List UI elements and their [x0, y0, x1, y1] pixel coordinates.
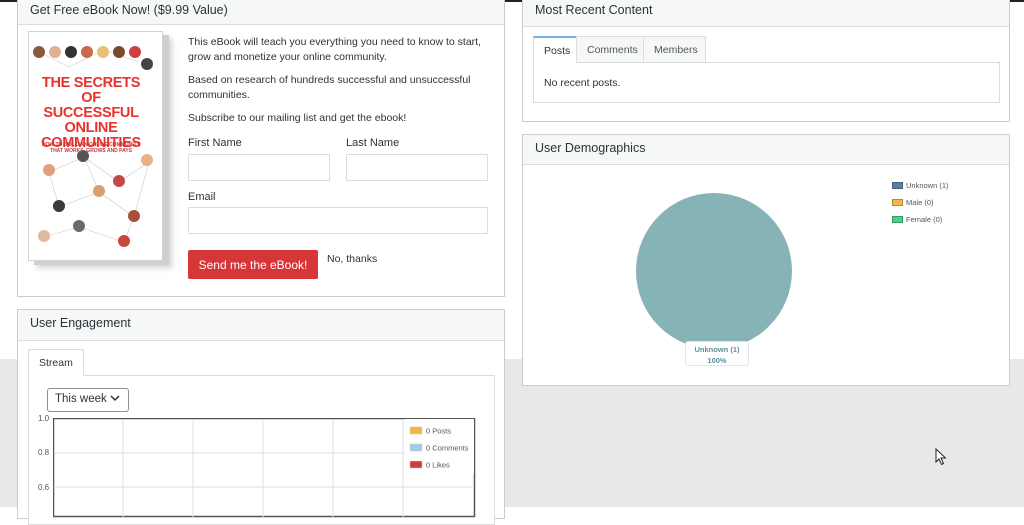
- pie-slice-label-name: Unknown (1): [694, 345, 740, 354]
- legend-item-female: Female (0): [892, 215, 942, 224]
- face-icon: [65, 46, 77, 58]
- face-icon: [43, 164, 55, 176]
- mouse-cursor-icon: [935, 447, 947, 469]
- tab-comments[interactable]: Comments: [576, 36, 644, 63]
- tab-stream[interactable]: Stream: [28, 349, 84, 376]
- no-thanks-link[interactable]: No, thanks: [327, 253, 377, 265]
- first-name-label: First Name: [188, 137, 242, 149]
- face-icon: [113, 175, 125, 187]
- pie-slice-label-percent: 100%: [707, 356, 727, 365]
- email-field[interactable]: [188, 207, 488, 234]
- face-icon: [129, 46, 141, 58]
- face-icon: [73, 220, 85, 232]
- no-recent-posts-text: No recent posts.: [544, 77, 621, 89]
- most-recent-content-title: Most Recent Content: [523, 0, 1009, 27]
- period-select-value: This week: [55, 393, 107, 405]
- legend-swatch: [892, 182, 903, 189]
- ebook-description-line: Based on research of hundreds successful…: [188, 74, 471, 101]
- face-icon: [49, 46, 61, 58]
- legend-swatch: [409, 460, 423, 469]
- last-name-field[interactable]: [346, 154, 488, 181]
- legend-label: Female (0): [906, 215, 943, 224]
- chevron-down-icon: [110, 391, 120, 408]
- ebook-cover-subtitle: HOW TO BUILD AN ONLINE COMMUNITY THAT WO…: [41, 142, 141, 154]
- legend-swatch: [409, 426, 423, 435]
- legend-swatch: [892, 216, 903, 223]
- face-icon: [53, 200, 65, 212]
- y-tick-label: 0.8: [38, 448, 50, 457]
- legend-item-unknown: Unknown (1): [892, 181, 949, 190]
- face-icon: [97, 46, 109, 58]
- face-icon: [141, 154, 153, 166]
- face-icon: [118, 235, 130, 247]
- user-demographics-panel: User Demographics Unknown (1) 100% Unkno…: [522, 134, 1010, 386]
- ebook-panel-title: Get Free eBook Now! ($9.99 Value): [18, 0, 504, 25]
- face-icon: [38, 230, 50, 242]
- last-name-label: Last Name: [346, 137, 400, 149]
- send-ebook-button[interactable]: Send me the eBook!: [188, 250, 318, 279]
- period-select[interactable]: This week: [47, 388, 129, 412]
- ebook-cover-image: THE SECRETS OF SUCCESSFUL ONLINE COMMUNI…: [28, 31, 163, 261]
- legend-item-male: Male (0): [892, 198, 934, 207]
- legend-label: Male (0): [906, 198, 934, 207]
- legend-comments: 0 Comments: [426, 444, 469, 453]
- ebook-cover-title: THE SECRETS OF SUCCESSFUL ONLINE COMMUNI…: [41, 75, 141, 151]
- ebook-description-line: This eBook will teach you everything you…: [188, 36, 481, 63]
- legend-swatch: [892, 199, 903, 206]
- engagement-chart: 0 Posts 0 Comments 0 Likes: [53, 418, 476, 518]
- most-recent-content-panel: Most Recent Content No recent posts. Pos…: [522, 0, 1010, 122]
- user-demographics-title: User Demographics: [523, 135, 1009, 165]
- legend-likes: 0 Likes: [426, 461, 450, 470]
- first-name-field[interactable]: [188, 154, 330, 181]
- pie-slice-unknown: [636, 193, 792, 349]
- tab-members[interactable]: Members: [643, 36, 706, 63]
- face-icon: [113, 46, 125, 58]
- face-icon: [81, 46, 93, 58]
- tab-posts[interactable]: Posts: [533, 36, 582, 63]
- demographics-pie-chart: [636, 193, 792, 349]
- legend-swatch: [409, 443, 423, 452]
- face-icon: [141, 58, 153, 70]
- ebook-description-line: Subscribe to our mailing list and get th…: [188, 112, 407, 124]
- legend-posts: 0 Posts: [426, 427, 451, 436]
- recent-tab-content: No recent posts.: [533, 62, 1000, 103]
- face-icon: [93, 185, 105, 197]
- face-icon: [33, 46, 45, 58]
- user-engagement-panel: User Engagement Stream This week 1.0 0.8…: [17, 309, 505, 525]
- pie-slice-label: Unknown (1) 100%: [685, 341, 749, 366]
- ebook-description: This eBook will teach you everything you…: [188, 35, 500, 134]
- y-tick-label: 0.6: [38, 483, 50, 492]
- y-tick-label: 1.0: [38, 414, 50, 423]
- ebook-panel: Get Free eBook Now! ($9.99 Value) THE SE…: [17, 0, 505, 297]
- user-engagement-title: User Engagement: [18, 310, 504, 341]
- email-label: Email: [188, 191, 216, 203]
- legend-label: Unknown (1): [906, 181, 949, 190]
- face-icon: [128, 210, 140, 222]
